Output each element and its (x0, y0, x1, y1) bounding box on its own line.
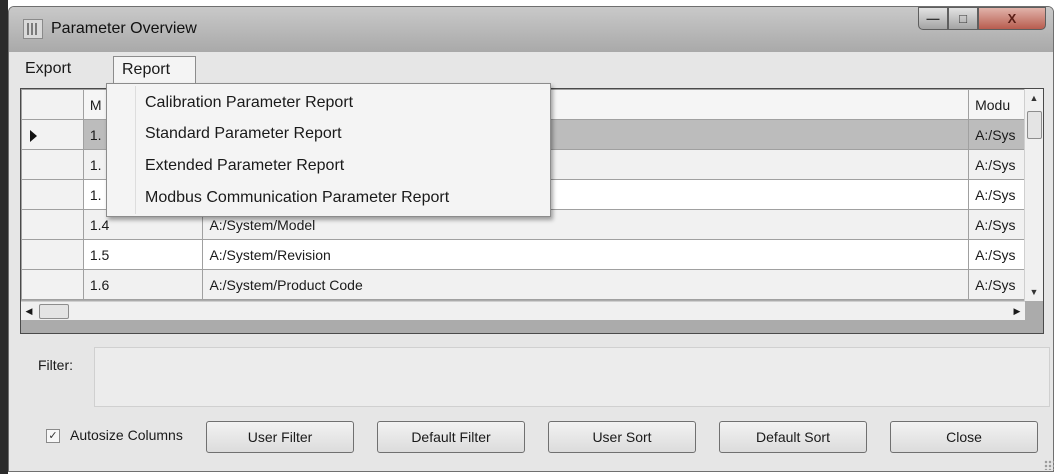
table-cell[interactable]: 1.6 (82, 269, 204, 300)
close-window-button[interactable]: X (978, 7, 1046, 30)
scroll-up-arrow-icon[interactable]: ▲ (1025, 89, 1043, 107)
autosize-columns-checkbox[interactable]: ✓ (46, 429, 60, 443)
default-filter-button[interactable]: Default Filter (377, 421, 525, 453)
scroll-left-arrow-icon[interactable]: ◀ (21, 302, 37, 320)
row-header-corner (21, 89, 84, 120)
menu-report[interactable]: Report (113, 56, 196, 86)
user-sort-button[interactable]: User Sort (548, 421, 696, 453)
table-cell[interactable]: A:/System/Product Code (202, 269, 970, 300)
title-bar[interactable]: Parameter Overview — □ X (9, 7, 1053, 52)
filter-input[interactable] (94, 347, 1050, 407)
checkmark-icon: ✓ (48, 430, 58, 442)
row-header[interactable] (21, 209, 84, 240)
scroll-down-arrow-icon[interactable]: ▼ (1025, 283, 1043, 301)
report-dropdown-menu: Calibration Parameter Report Standard Pa… (106, 83, 551, 217)
window-title: Parameter Overview (51, 20, 197, 37)
row-header[interactable] (21, 239, 84, 270)
row-header[interactable] (21, 149, 84, 180)
table-cell[interactable]: 1.5 (82, 239, 204, 270)
default-sort-button[interactable]: Default Sort (719, 421, 867, 453)
menu-bar: Export Report (17, 52, 1047, 86)
maximize-button[interactable]: □ (948, 7, 978, 30)
background-edge (0, 0, 8, 474)
user-filter-button[interactable]: User Filter (206, 421, 354, 453)
vertical-scroll-thumb[interactable] (1027, 111, 1042, 139)
autosize-columns-label[interactable]: Autosize Columns (70, 427, 183, 443)
horizontal-scrollbar[interactable]: ◀ ▶ (21, 301, 1025, 320)
menu-item-calibration-report[interactable]: Calibration Parameter Report (145, 89, 353, 117)
row-header[interactable] (21, 119, 84, 150)
row-header[interactable] (21, 179, 84, 210)
menu-item-extended-report[interactable]: Extended Parameter Report (145, 152, 344, 180)
menu-icon-gutter (135, 86, 136, 214)
filter-label: Filter: (38, 357, 73, 373)
menu-export[interactable]: Export (17, 56, 79, 82)
table-row[interactable]: 1.5 A:/System/Revision A:/Sys (21, 239, 1043, 270)
resize-grip-icon[interactable] (1044, 460, 1054, 470)
vertical-scrollbar[interactable]: ▲ ▼ (1024, 89, 1043, 301)
horizontal-scroll-thumb[interactable] (39, 304, 69, 319)
menu-item-standard-report[interactable]: Standard Parameter Report (145, 120, 342, 148)
table-cell[interactable]: A:/System/Revision (202, 239, 970, 270)
row-header[interactable] (21, 269, 84, 300)
close-button[interactable]: Close (890, 421, 1038, 453)
minimize-button[interactable]: — (918, 7, 948, 30)
scroll-right-arrow-icon[interactable]: ▶ (1009, 302, 1025, 320)
menu-item-modbus-report[interactable]: Modbus Communication Parameter Report (145, 184, 449, 212)
app-icon (23, 19, 43, 39)
current-row-arrow-icon (30, 129, 37, 142)
table-row[interactable]: 1.6 A:/System/Product Code A:/Sys (21, 269, 1043, 300)
